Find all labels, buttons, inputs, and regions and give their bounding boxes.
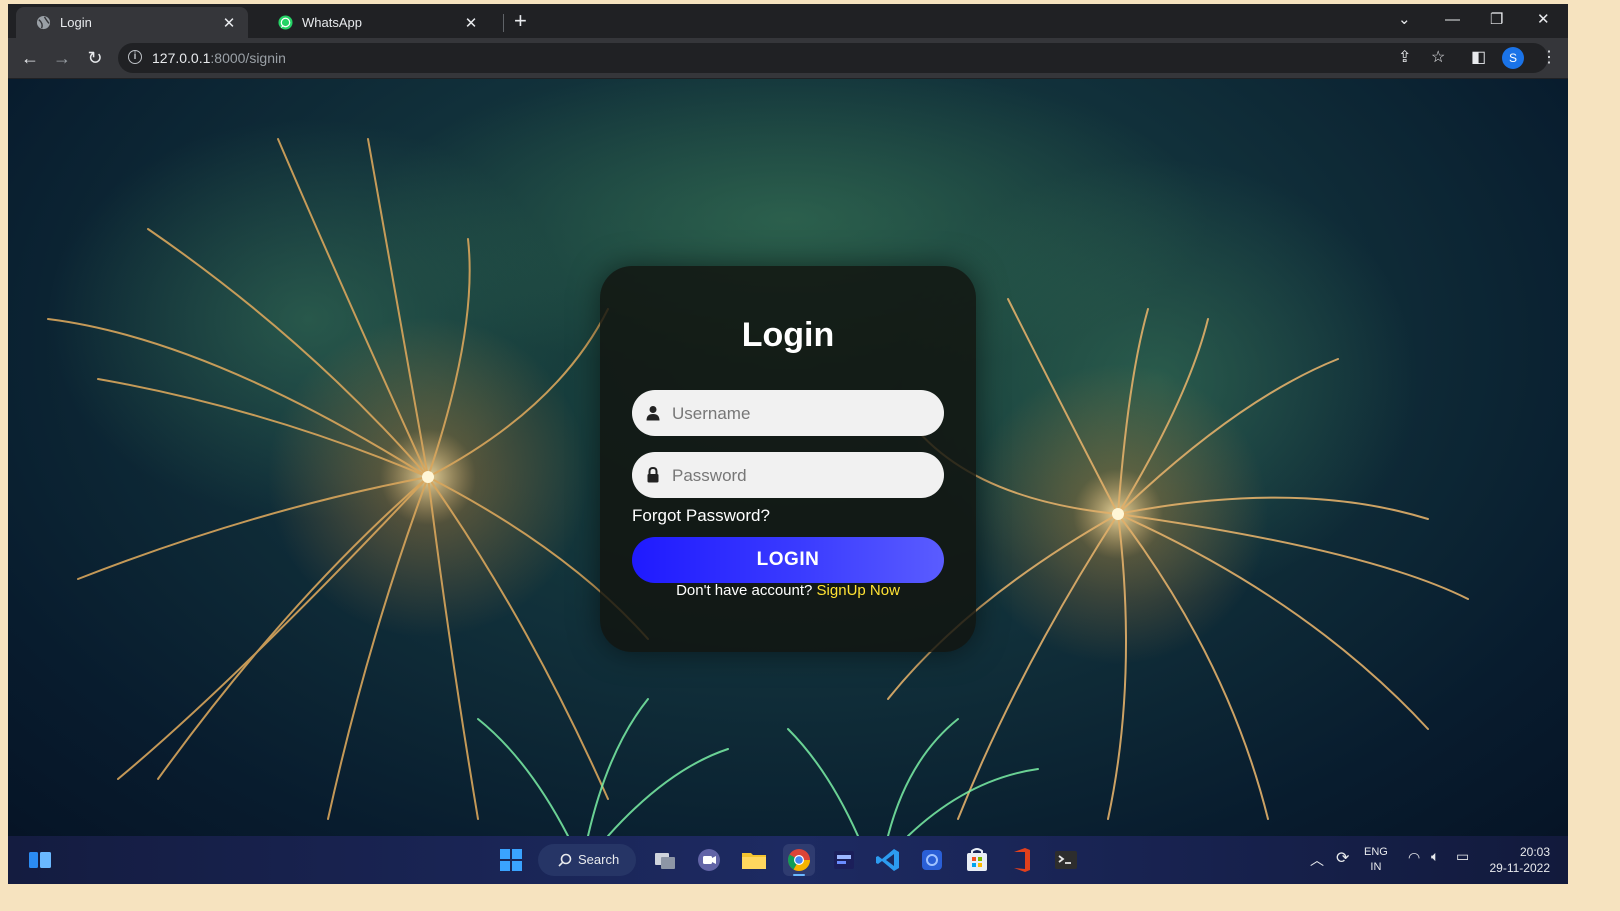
language-code: ENG <box>1364 846 1388 858</box>
clock-time: 20:03 <box>1519 845 1550 859</box>
password-input[interactable] <box>670 452 934 500</box>
window-close-icon[interactable]: ✕ <box>1537 8 1550 32</box>
microsoft-store-icon[interactable] <box>961 844 993 876</box>
screen: Login ✕ WhatsApp ✕ + ⌄ — ❐ ✕ ← → ↻ i 127… <box>8 4 1568 884</box>
menu-kebab-icon[interactable]: ⋮ <box>1541 46 1557 70</box>
battery-icon[interactable]: ▭ <box>1456 848 1469 865</box>
volume-icon[interactable]: 🔈︎ <box>1431 848 1439 865</box>
widgets-icon[interactable] <box>24 844 56 876</box>
browser-toolbar: ← → ↻ i 127.0.0.1:8000/signin ⇪ ☆ ◧ S ⋮ <box>8 38 1568 79</box>
search-label: Search <box>578 852 620 867</box>
username-field[interactable] <box>632 390 944 438</box>
chrome-icon[interactable] <box>783 844 815 876</box>
forgot-password-link[interactable]: Forgot Password? <box>632 506 770 526</box>
language-indicator[interactable]: ENG IN <box>1364 845 1388 875</box>
page-background: Login Forgot Password? LOGIN Don't have … <box>8 79 1568 836</box>
file-explorer-icon[interactable] <box>738 844 770 876</box>
devhome-icon[interactable] <box>828 844 860 876</box>
tab-bar: Login ✕ WhatsApp ✕ + ⌄ — ❐ ✕ <box>8 4 1568 38</box>
tab-separator <box>503 14 504 32</box>
clock-date: 29-11-2022 <box>1489 861 1551 875</box>
login-button[interactable]: LOGIN <box>632 537 944 583</box>
security-icon[interactable] <box>916 844 948 876</box>
forward-arrow-icon[interactable]: → <box>50 46 74 70</box>
login-card: Login Forgot Password? LOGIN Don't have … <box>600 266 976 652</box>
address-bar[interactable]: i 127.0.0.1:8000/signin ⇪ ☆ <box>118 43 1548 73</box>
side-panel-icon[interactable]: ◧ <box>1471 46 1486 70</box>
teams-chat-icon[interactable] <box>693 844 725 876</box>
signup-link[interactable]: SignUp Now <box>817 582 900 599</box>
lock-icon <box>647 467 659 483</box>
globe-icon <box>36 15 51 30</box>
back-arrow-icon[interactable]: ← <box>18 46 42 70</box>
signup-prompt: Don't have account? SignUp Now <box>600 582 976 599</box>
url-text[interactable]: 127.0.0.1:8000/signin <box>152 50 286 66</box>
wifi-icon[interactable]: ◠ <box>1408 849 1420 866</box>
tab-title: Login <box>60 15 92 30</box>
bookmark-star-icon[interactable]: ☆ <box>1431 46 1445 70</box>
close-icon[interactable]: ✕ <box>462 14 480 32</box>
username-input[interactable] <box>670 390 934 438</box>
tab-search-chevron-icon[interactable]: ⌄ <box>1398 8 1411 32</box>
share-icon[interactable]: ⇪ <box>1398 46 1411 70</box>
tab-title: WhatsApp <box>302 15 362 30</box>
chevron-up-icon[interactable]: ︿ <box>1310 850 1324 870</box>
system-clock[interactable]: 20:03 29-11-2022 <box>1490 844 1551 876</box>
close-icon[interactable]: ✕ <box>220 14 238 32</box>
terminal-icon[interactable] <box>1050 844 1082 876</box>
start-icon[interactable] <box>495 844 527 876</box>
user-icon <box>646 406 660 421</box>
task-view-icon[interactable] <box>649 844 681 876</box>
whatsapp-icon <box>278 15 293 30</box>
reload-icon[interactable]: ↻ <box>83 46 107 70</box>
profile-avatar[interactable]: S <box>1502 47 1524 69</box>
login-title: Login <box>741 316 835 354</box>
minimize-icon[interactable]: — <box>1445 8 1460 32</box>
windows-taskbar: Search ︿ ⟳ ENG IN ◠ 🔈︎ ▭ 20:03 29-11-202… <box>8 836 1568 884</box>
tab-whatsapp[interactable]: WhatsApp ✕ <box>258 7 490 38</box>
signup-prompt-text: Don't have account? <box>676 582 813 599</box>
taskbar-search[interactable]: Search <box>538 844 636 876</box>
password-field[interactable] <box>632 452 944 500</box>
office-icon[interactable] <box>1005 844 1037 876</box>
tab-login[interactable]: Login ✕ <box>16 7 248 38</box>
new-tab-button[interactable]: + <box>514 9 527 33</box>
site-info-icon[interactable]: i <box>128 50 142 64</box>
search-icon <box>558 853 572 867</box>
sync-icon[interactable]: ⟳ <box>1336 848 1349 868</box>
vscode-icon[interactable] <box>872 844 904 876</box>
restore-icon[interactable]: ❐ <box>1490 8 1503 32</box>
region-code: IN <box>1370 861 1382 873</box>
